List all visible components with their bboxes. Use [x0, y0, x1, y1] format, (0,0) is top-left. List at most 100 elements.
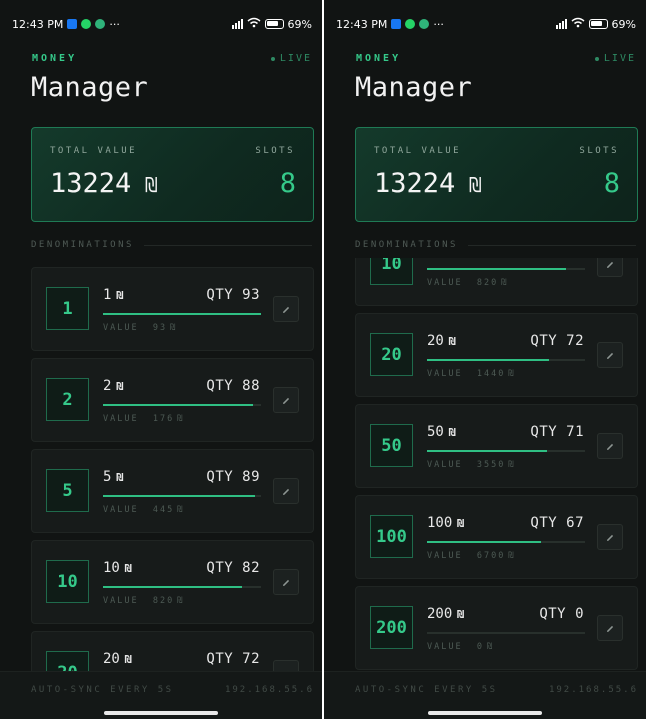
row-value-amount: 820 [152, 596, 175, 606]
quantity-value: 72 [566, 333, 584, 349]
status-time: 12:43 PM [336, 17, 388, 31]
battery-percent: 69% [287, 17, 312, 31]
quantity-value: 72 [242, 651, 260, 667]
denominations-header: DENOMINATIONS [31, 240, 312, 250]
pencil-icon [281, 391, 291, 410]
edit-button[interactable] [273, 387, 299, 413]
denomination-label: 20 ₪ [427, 333, 456, 349]
server-ip-label: 192.168.55.6 [224, 685, 314, 695]
total-value-label: TOTAL VALUE [50, 146, 138, 156]
denomination-list[interactable]: 1010₪QTY 82VALUE 820₪ 20 20₪ QTY 72 VALUE 14… [355, 258, 638, 671]
edit-button[interactable] [597, 258, 623, 277]
quantity-progress-fill [103, 313, 261, 315]
quantity-progress-bar [103, 586, 261, 588]
quantity-value: 89 [242, 469, 260, 485]
more-notifications-icon: ··· [109, 17, 120, 31]
row-value: VALUE 820 ₪ [427, 278, 507, 288]
home-indicator[interactable] [428, 711, 542, 715]
pencil-icon [605, 258, 615, 274]
quantity-label: QTY 67 [530, 515, 584, 531]
currency-symbol: ₪ [457, 517, 464, 530]
row-value-amount: 445 [152, 505, 175, 515]
quantity-progress-bar [103, 404, 261, 406]
status-bar: 12:43 PM ··· 69% [0, 0, 322, 48]
denomination-label: 20 ₪ [103, 651, 132, 667]
edit-button[interactable] [273, 660, 299, 671]
quantity-progress-fill [427, 450, 548, 452]
denomination-row[interactable]: 2020₪QTY 72VALUE 1440₪ [355, 313, 638, 397]
total-value-card: TOTAL VALUE SLOTS 13224 ₪ 8 [355, 127, 638, 222]
denomination-row[interactable]: 2020₪QTY 72VALUE 1440₪ [31, 631, 314, 671]
row-value: VALUE 176 ₪ [103, 414, 183, 424]
facebook-notification-icon [67, 19, 78, 29]
total-value-label: TOTAL VALUE [374, 146, 462, 156]
quantity-label: QTY 82 [206, 560, 260, 576]
brand-label: MONEY [32, 53, 78, 64]
wifi-icon [247, 17, 261, 31]
denomination-label: 200 ₪ [427, 606, 464, 622]
whatsapp-notification-icon [81, 19, 92, 29]
signal-icon [231, 19, 243, 29]
wifi-icon [571, 17, 585, 31]
denomination-row[interactable]: 100 100 ₪ QTY 67 VALUE 6700 ₪ [355, 495, 638, 579]
row-value: VALUE 1440 ₪ [427, 369, 514, 379]
quantity-progress-bar [427, 359, 585, 361]
edit-button[interactable] [273, 296, 299, 322]
home-indicator[interactable] [104, 711, 218, 715]
live-indicator: LIVE [594, 53, 636, 64]
battery-icon [264, 19, 284, 29]
quantity-progress-fill [427, 359, 549, 361]
footer-bar: AUTO-SYNC EVERY 5S 192.168.55.6 [324, 671, 646, 719]
status-bar: 12:43 PM ··· 69% [324, 0, 646, 48]
denomination-row[interactable]: 200 200 ₪ QTY 0 VALUE 0 ₪ [355, 586, 638, 670]
live-dot-icon [270, 56, 275, 61]
quantity-value: 67 [566, 515, 584, 531]
row-value: VALUE 93 ₪ [103, 323, 176, 333]
edit-button[interactable] [273, 478, 299, 504]
slots-count: 8 [603, 168, 620, 199]
denomination-row[interactable]: 2 2 ₪ QTY 88 VALUE 176 ₪ [31, 358, 314, 442]
row-value-amount: 176 [152, 414, 175, 424]
denomination-row[interactable]: 1010₪QTY 82VALUE 820₪ [355, 258, 638, 306]
row-value-amount: 1440 [476, 369, 506, 379]
quantity-progress-fill [103, 495, 255, 497]
denomination-row[interactable]: 1 1 ₪ QTY 93 VALUE 93 ₪ [31, 267, 314, 351]
phone-screen-right: 12:43 PM ··· 69% MONEY LIVE Manager TOTA… [324, 0, 646, 719]
auto-sync-label: AUTO-SYNC EVERY 5S [355, 685, 498, 695]
pencil-icon [605, 528, 615, 547]
quantity-value: 82 [242, 560, 260, 576]
total-value-card: TOTAL VALUE SLOTS 13224 ₪ 8 [31, 127, 314, 222]
edit-button[interactable] [597, 524, 623, 550]
currency-symbol: ₪ [448, 426, 456, 439]
denomination-label: 1 ₪ [103, 287, 124, 303]
row-value-amount: 820 [476, 278, 499, 288]
messenger-notification-icon [419, 19, 430, 29]
currency-symbol: ₪ [116, 471, 124, 484]
edit-button[interactable] [597, 342, 623, 368]
more-notifications-icon: ··· [433, 17, 444, 31]
denomination-row[interactable]: 1010₪QTY 82VALUE 820₪ [31, 540, 314, 624]
edit-button[interactable] [273, 569, 299, 595]
row-value-amount: 0 [476, 642, 484, 652]
currency-symbol: ₪ [116, 289, 124, 302]
pencil-icon [281, 573, 291, 592]
row-value-amount: 3550 [476, 460, 506, 470]
quantity-progress-bar [427, 268, 585, 270]
denomination-badge: 1 [46, 287, 89, 330]
denomination-row[interactable]: 5 5 ₪ QTY 89 VALUE 445 ₪ [31, 449, 314, 533]
denomination-list[interactable]: 1 1 ₪ QTY 93 VALUE 93 ₪ 2 2 ₪ QTY 88 VALUE 176 ₪ 5 5 ₪… [31, 258, 314, 671]
denomination-label: 100 ₪ [427, 515, 464, 531]
denomination-badge: 5 [46, 469, 89, 512]
edit-button[interactable] [597, 433, 623, 459]
slots-count: 8 [279, 168, 296, 199]
denomination-row[interactable]: 50 50 ₪ QTY 71 VALUE 3550 ₪ [355, 404, 638, 488]
auto-sync-label: AUTO-SYNC EVERY 5S [31, 685, 174, 695]
denomination-badge: 100 [370, 515, 413, 558]
pencil-icon [605, 437, 615, 456]
quantity-value: 93 [242, 287, 260, 303]
denominations-header: DENOMINATIONS [355, 240, 636, 250]
quantity-label: QTY 88 [206, 378, 260, 394]
edit-button[interactable] [597, 615, 623, 641]
quantity-progress-bar [427, 632, 585, 634]
row-value-amount: 6700 [476, 551, 506, 561]
